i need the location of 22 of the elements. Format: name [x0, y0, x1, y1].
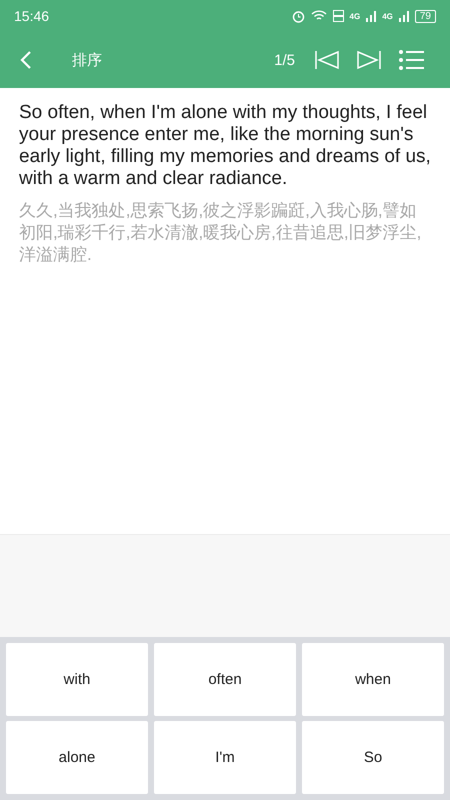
english-sentence: So often, when I'm alone with my thoughts, I feel your presence enter me, like the morning sun's early light, filling my memories and dreams of us, with a warm and clear radiance.: [19, 102, 432, 190]
previous-icon[interactable]: [315, 50, 339, 70]
wifi-icon: [310, 10, 327, 22]
word-tile[interactable]: alone: [6, 721, 148, 794]
toolbar-title: 排序: [72, 50, 102, 70]
network-label: 4G: [382, 12, 393, 20]
signal-icon: [398, 10, 409, 22]
progress-counter: 1/5: [274, 52, 295, 68]
status-time: 15:46: [14, 8, 50, 24]
word-tile[interactable]: I'm: [154, 721, 296, 794]
battery-level: 79: [414, 10, 436, 22]
back-icon[interactable]: [20, 50, 32, 70]
alarm-icon: [292, 10, 305, 22]
network-label: 4G: [350, 12, 360, 20]
word-tile[interactable]: often: [154, 643, 296, 716]
word-tile[interactable]: when: [302, 643, 444, 716]
chinese-translation: 久久,当我独处,思索飞扬,彼之浮影蹁跹,入我心肠,譬如初阳,瑞彩千行,若水清澈,暖我心房,往昔追思,旧梦浮尘,洋溢满腔.: [19, 200, 422, 266]
word-tile[interactable]: So: [302, 721, 444, 794]
menu-icon[interactable]: [399, 50, 424, 70]
word-tile[interactable]: with: [6, 643, 148, 716]
signal-icon: [366, 10, 376, 22]
next-icon[interactable]: [357, 50, 381, 70]
